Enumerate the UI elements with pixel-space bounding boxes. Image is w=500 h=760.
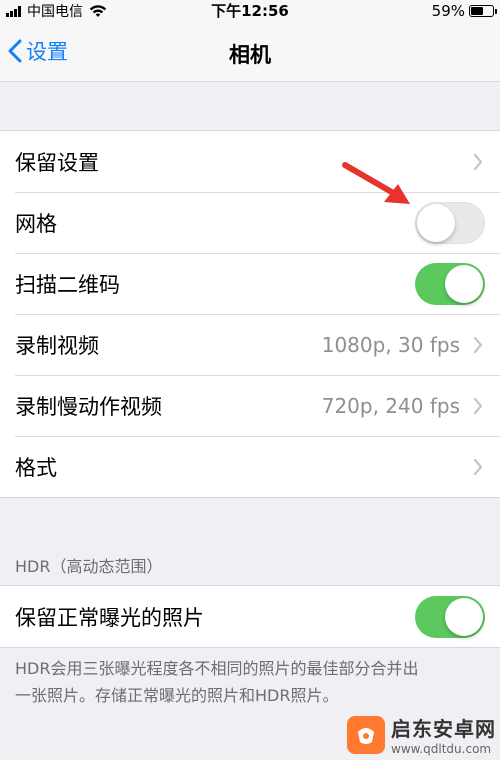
row-scan-qr: 扫描二维码 [0, 253, 500, 314]
watermark-logo-icon [347, 715, 385, 754]
battery-percent: 59% [431, 2, 465, 20]
status-right: 59% [431, 1, 497, 21]
red-arrow-annotation [342, 162, 410, 204]
toggle-knob [445, 264, 483, 303]
row-label: 扫描二维码 [15, 272, 120, 297]
row-label: 录制慢动作视频 [15, 394, 162, 419]
chevron-right-icon [470, 335, 486, 355]
status-time: 下午12:56 [211, 2, 289, 20]
row-formats[interactable]: 格式 [0, 436, 500, 497]
hdr-footer-line-1: HDR会用三张曝光程度各不相同的照片的最佳部分合并出 [15, 659, 419, 678]
row-keep-normal-photo: 保留正常曝光的照片 [0, 586, 500, 647]
row-label: 网格 [15, 211, 57, 236]
row-label: 录制视频 [15, 333, 99, 358]
row-record-video[interactable]: 录制视频 1080p, 30 fps [0, 314, 500, 375]
status-bar: 中国电信 下午12:56 59% [0, 0, 500, 22]
hdr-footer-note: HDR会用三张曝光程度各不相同的照片的最佳部分合并出 一张照片。存储正常曝光的照… [15, 655, 490, 709]
row-preserve-settings[interactable]: 保留设置 [0, 131, 500, 192]
toggle-knob [417, 203, 455, 242]
camera-settings-group: 保留设置 网格 扫描二维码 录制视频 1080p, 30 fps 录制慢动作视频… [0, 130, 500, 498]
row-value: 1080p, 30 fps [321, 332, 460, 357]
row-grid: 网格 [0, 192, 500, 253]
hdr-group: 保留正常曝光的照片 [0, 585, 500, 648]
watermark: 启东安卓网 www.qdltdu.com [347, 713, 496, 756]
grid-toggle[interactable] [415, 201, 485, 244]
chevron-right-icon [470, 152, 486, 172]
scan-qr-toggle[interactable] [415, 262, 485, 305]
keep-normal-photo-toggle[interactable] [415, 595, 485, 638]
hdr-section-header: HDR（高动态范围） [15, 557, 163, 576]
row-label: 格式 [15, 455, 57, 480]
page-title: 相机 [229, 43, 271, 67]
watermark-text: 启东安卓网 www.qdltdu.com [391, 713, 496, 756]
battery-icon [469, 5, 497, 17]
row-label: 保留正常曝光的照片 [15, 605, 204, 630]
hdr-footer-line-2: 一张照片。存储正常曝光的照片和HDR照片。 [15, 686, 339, 705]
watermark-name: 启东安卓网 [391, 717, 496, 741]
watermark-url: www.qdltdu.com [391, 742, 492, 756]
battery-level-fill [471, 7, 483, 15]
row-value: 720p, 240 fps [321, 393, 460, 418]
toggle-knob [445, 597, 483, 636]
chevron-right-icon [470, 396, 486, 416]
navigation-bar: 设置 相机 [0, 22, 500, 82]
row-record-slomo[interactable]: 录制慢动作视频 720p, 240 fps [0, 375, 500, 436]
chevron-right-icon [470, 457, 486, 477]
